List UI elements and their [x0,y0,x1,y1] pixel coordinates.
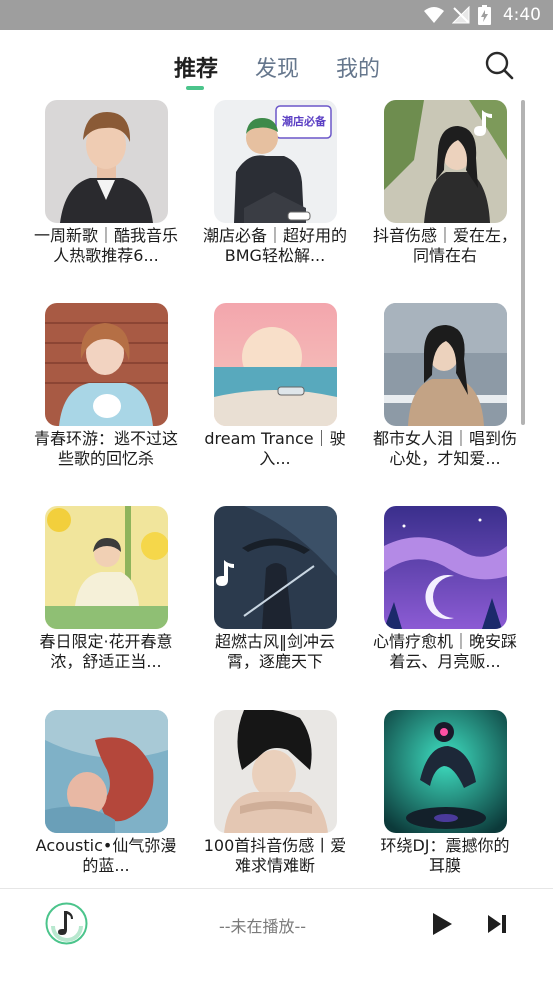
playlist-cover: 潮店必备 [214,100,337,223]
playlist-cover [384,710,507,833]
playlist-cover [45,506,168,629]
playlist-title: 超燃古风‖剑冲云 霄，逐鹿天下 [214,632,335,671]
search-icon[interactable] [484,50,514,80]
playlist-title: 抖音伤感｜爱在左， 同情在右 [372,226,517,265]
mini-player: --未在播放-- [0,888,553,958]
playlist-cover [214,506,337,629]
top-nav: 推荐 发现 我的 [0,30,553,94]
playlist-title: 环绕DJ：震撼你的 耳膜 [380,836,510,875]
playlist-cover [384,303,507,426]
playlist-title: 青春环游：逃不过这 些歌的回忆杀 [33,429,178,468]
play-icon[interactable] [430,911,454,937]
playlist-title: 100首抖音伤感丨爱 难求情难断 [203,836,347,875]
playlist-title: 心情疗愈机｜晚安踩 着云、月亮贩... [372,632,517,671]
playlist-title: 春日限定·花开春意 浓，舒适正当... [39,632,173,671]
playlist-cover [45,100,168,223]
status-bar: 4:40 [0,0,553,30]
status-time: 4:40 [502,5,541,25]
playlist-title: 潮店必备｜超好用的 BMG轻松解... [202,226,347,265]
playlist-cover [214,303,337,426]
wifi-icon [423,7,444,23]
cover-badge: 潮店必备 [282,115,326,128]
playlist-title: 都市女人泪｜唱到伤 心处，才知爱... [372,429,517,468]
skip-next-icon[interactable] [486,913,508,935]
playlist-title: dream Trance｜驶 入... [204,429,346,468]
app-logo-icon[interactable] [45,902,88,945]
tab-discover[interactable]: 发现 [255,51,299,83]
playlist-grid: 一周新歌｜酷我音乐 人热歌推荐6... 潮店必备 潮店必备｜超好用的 BMG轻松解.… [0,98,553,888]
active-tab-indicator [186,86,204,90]
playlist-cover [384,506,507,629]
tab-mine[interactable]: 我的 [336,51,380,83]
battery-charging-icon [477,5,491,25]
playlist-cover [214,710,337,833]
playlist-cover [45,710,168,833]
now-playing-text: --未在播放-- [218,917,307,936]
playlist-cover [45,303,168,426]
tab-recommend[interactable]: 推荐 [174,51,218,83]
playlist-cover [384,100,507,223]
playlist-title: Acoustic•仙气弥漫 的蓝... [35,836,177,875]
signal-off-icon [451,6,470,24]
grid-scrollbar[interactable] [521,100,525,425]
playlist-title: 一周新歌｜酷我音乐 人热歌推荐6... [33,226,178,265]
